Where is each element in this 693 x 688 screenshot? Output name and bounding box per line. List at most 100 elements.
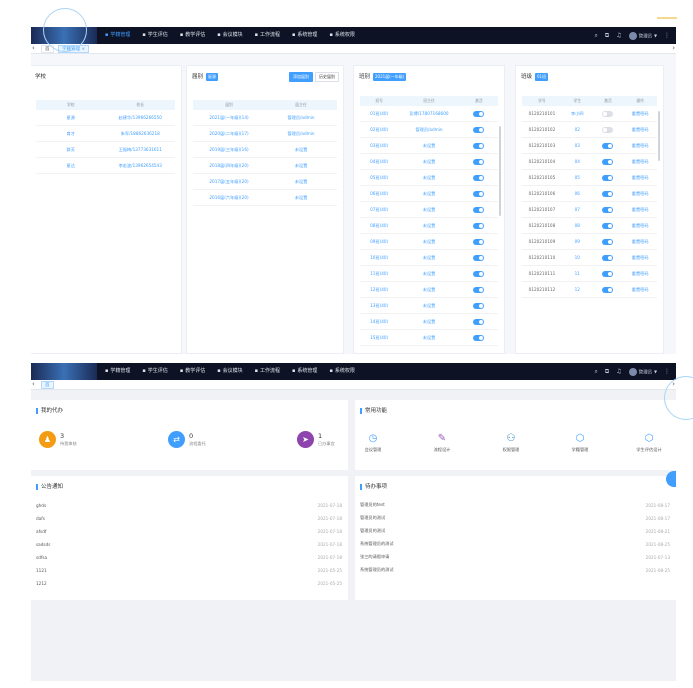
list-item[interactable]: 管理员的test 2021-08-17	[360, 499, 670, 511]
nav-item-3[interactable]: ▪ 会议模块	[217, 363, 242, 380]
active-toggle[interactable]	[602, 126, 614, 133]
nav-item-4[interactable]: ▪ 工作流程	[255, 363, 280, 380]
function-2[interactable]: ⚇ 权限管理	[481, 432, 541, 453]
table-row[interactable]: 0120210110 10 重置密码	[522, 250, 657, 266]
table-row[interactable]: 0120210103 03 重置密码	[522, 138, 657, 154]
list-item[interactable]: 管理员的测试 2021-08-21	[360, 525, 670, 537]
table-row[interactable]: 04班(40) 未设置	[360, 154, 498, 170]
student-scrollbar[interactable]	[658, 111, 660, 161]
nav-item-1[interactable]: ▪ 学生评估	[142, 363, 167, 380]
active-toggle[interactable]	[473, 318, 485, 325]
todo-stat-0[interactable]: ♟ 3 待我审核	[39, 431, 77, 448]
active-toggle[interactable]	[473, 254, 485, 261]
nav-item-0[interactable]: ▪ 学籍管理	[105, 27, 130, 44]
table-row[interactable]: 0120210101 李小四 重置密码	[522, 106, 657, 122]
reset-password-link[interactable]: 重置密码	[623, 239, 657, 245]
active-toggle[interactable]	[473, 190, 485, 197]
active-toggle[interactable]	[473, 286, 485, 293]
list-item[interactable]: 张三的请假申请 2021-07-13	[360, 551, 670, 563]
reset-password-link[interactable]: 重置密码	[623, 127, 657, 133]
reset-password-link[interactable]: 重置密码	[623, 207, 657, 213]
table-row[interactable]: 01班(40) 彭博/17807168600	[360, 106, 498, 122]
reset-password-link[interactable]: 重置密码	[623, 175, 657, 181]
active-toggle[interactable]	[473, 142, 485, 149]
nav-item-5[interactable]: ▪ 系统管理	[292, 27, 317, 44]
fullscreen-icon[interactable]: ⧉	[605, 32, 609, 40]
list-item[interactable]: 1212 2021-05-25	[36, 577, 342, 589]
active-toggle[interactable]	[602, 254, 614, 261]
active-toggle[interactable]	[602, 110, 614, 117]
table-row[interactable]: 育才 朱军/18862636218	[36, 126, 175, 142]
tab-home-2[interactable]: 首	[41, 381, 54, 389]
nav-item-2[interactable]: ▪ 教学评估	[180, 27, 205, 44]
table-row[interactable]: 0120210109 09 重置密码	[522, 234, 657, 250]
nav-item-6[interactable]: ▪ 系统权限	[329, 363, 354, 380]
reset-password-link[interactable]: 重置密码	[623, 143, 657, 149]
table-row[interactable]: 2017届(五年级)(20) 未设置	[193, 174, 337, 190]
reset-password-link[interactable]: 重置密码	[623, 223, 657, 229]
table-row[interactable]: 09班(40) 未设置	[360, 234, 498, 250]
history-grade-button[interactable]: 历史届别	[315, 72, 339, 82]
table-row[interactable]: 星达 李宏波/13962654543	[36, 158, 175, 174]
active-toggle[interactable]	[473, 334, 485, 341]
reset-password-link[interactable]: 重置密码	[623, 111, 657, 117]
list-item[interactable]: 1121 2021-05-25	[36, 564, 342, 576]
active-toggle[interactable]	[602, 174, 614, 181]
table-row[interactable]: 0120210105 05 重置密码	[522, 170, 657, 186]
active-toggle[interactable]	[473, 238, 485, 245]
list-item[interactable]: 系统管理员的测试 2021-08-25	[360, 564, 670, 576]
function-3[interactable]: ⬡ 学籍管理	[550, 432, 610, 453]
table-row[interactable]: 0120210106 06 重置密码	[522, 186, 657, 202]
active-toggle[interactable]	[602, 206, 614, 213]
reset-password-link[interactable]: 重置密码	[623, 271, 657, 277]
reset-password-link[interactable]: 重置密码	[623, 255, 657, 261]
table-row[interactable]: 03班(40) 未设置	[360, 138, 498, 154]
reset-password-link[interactable]: 重置密码	[623, 191, 657, 197]
table-row[interactable]: 10班(40) 未设置	[360, 250, 498, 266]
more-icon[interactable]: ⋮	[664, 368, 670, 375]
function-0[interactable]: ◷ 会议管理	[343, 432, 403, 453]
table-row[interactable]: 0120210102 02 重置密码	[522, 122, 657, 138]
table-row[interactable]: 2016届(六年级)(20) 未设置	[193, 190, 337, 206]
table-row[interactable]: 星源 赵建华/13966266550	[36, 110, 175, 126]
active-toggle[interactable]	[473, 174, 485, 181]
table-row[interactable]: 07班(40) 未设置	[360, 202, 498, 218]
active-toggle[interactable]	[473, 302, 485, 309]
chevron-left-icon[interactable]: ‹	[32, 380, 35, 388]
nav-item-2[interactable]: ▪ 教学评估	[180, 363, 205, 380]
active-toggle[interactable]	[602, 190, 614, 197]
bell-icon[interactable]: ♫	[616, 32, 621, 39]
search-icon[interactable]: ⌕	[595, 32, 598, 40]
list-item[interactable]: sdfsa 2021-07-18	[36, 551, 342, 563]
active-toggle[interactable]	[473, 126, 485, 133]
function-4[interactable]: ⬡ 学生评估设计	[619, 432, 676, 453]
reset-password-link[interactable]: 重置密码	[623, 159, 657, 165]
table-row[interactable]: 12班(40) 未设置	[360, 282, 498, 298]
active-toggle[interactable]	[473, 270, 485, 277]
active-toggle[interactable]	[602, 222, 614, 229]
active-toggle[interactable]	[473, 222, 485, 229]
chevron-right-icon[interactable]: ›	[672, 44, 675, 52]
table-row[interactable]: 2019届(三年级)(16) 未设置	[193, 142, 337, 158]
table-row[interactable]: 2020届(二年级)(17) 管理员/admin	[193, 126, 337, 142]
chevron-left-icon[interactable]: ‹	[32, 44, 35, 52]
table-row[interactable]: 06班(40) 未设置	[360, 186, 498, 202]
active-toggle[interactable]	[473, 158, 485, 165]
list-item[interactable]: dafs 2021-07-18	[36, 512, 342, 524]
bell-icon[interactable]: ♫	[616, 368, 621, 375]
table-row[interactable]: 0120210111 11 重置密码	[522, 266, 657, 282]
table-row[interactable]: 15班(40) 未设置	[360, 330, 498, 346]
table-row[interactable]: 13班(40) 未设置	[360, 298, 498, 314]
table-row[interactable]: 2021届(一年级)(14) 管理员/admin	[193, 110, 337, 126]
todo-stat-1[interactable]: ⇄ 0 流程委托	[168, 431, 206, 448]
table-row[interactable]: 2018届(四年级)(20) 未设置	[193, 158, 337, 174]
list-item[interactable]: 管理员的测试 2021-08-17	[360, 512, 670, 524]
table-row[interactable]: 11班(40) 未设置	[360, 266, 498, 282]
nav-item-5[interactable]: ▪ 系统管理	[292, 363, 317, 380]
nav-item-3[interactable]: ▪ 会议模块	[217, 27, 242, 44]
active-toggle[interactable]	[602, 286, 614, 293]
table-row[interactable]: 群芳 王振梅/13773631611	[36, 142, 175, 158]
active-toggle[interactable]	[602, 158, 614, 165]
active-toggle[interactable]	[602, 270, 614, 277]
table-row[interactable]: 0120210112 12 重置密码	[522, 282, 657, 298]
